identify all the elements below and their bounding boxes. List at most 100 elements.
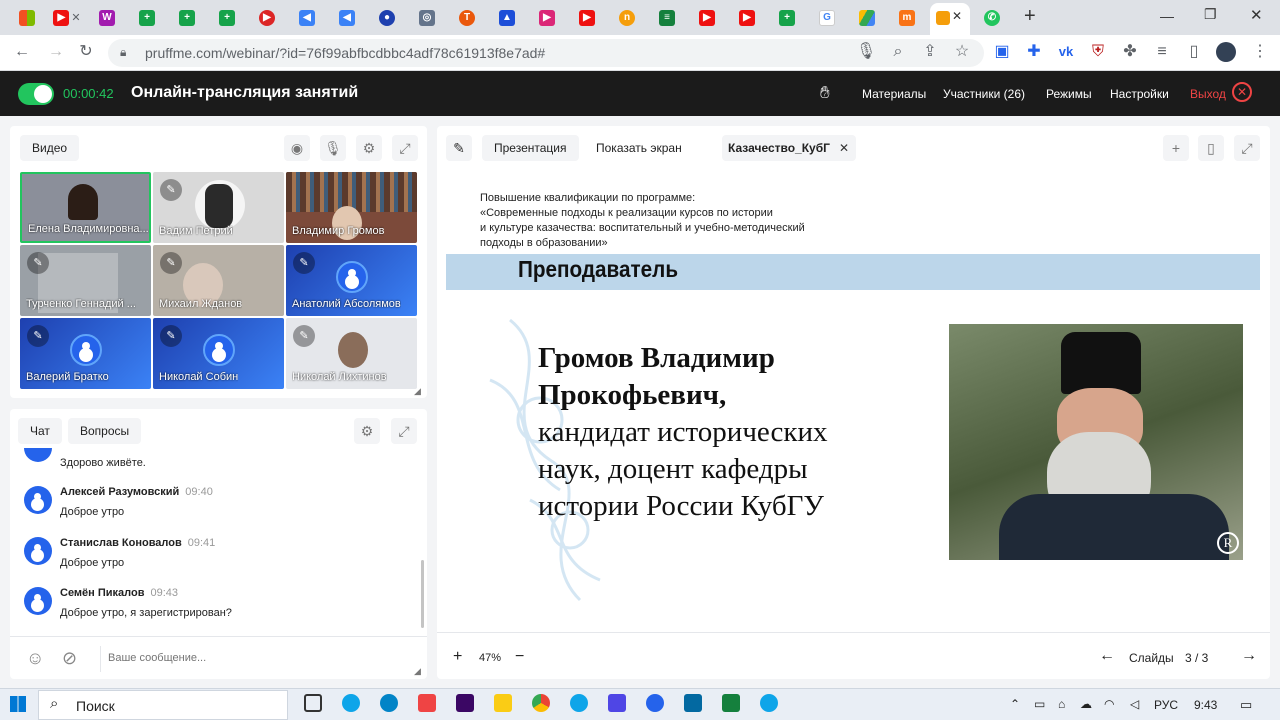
tab-video[interactable]: Видео	[20, 135, 80, 161]
video-tile[interactable]: ✎ Николай Лихтинов	[286, 318, 417, 389]
zoom-icon[interactable]: ⌕	[888, 42, 908, 62]
tab-youtube-icon[interactable]: ▶	[690, 5, 724, 30]
zoom-out-button[interactable]: −	[515, 648, 524, 666]
sidebar-icon[interactable]: ▯	[1184, 42, 1204, 62]
menu-icon[interactable]: ⋮	[1250, 42, 1270, 62]
tab-sheets-icon[interactable]: +	[210, 5, 244, 30]
emoji-icon[interactable]: ☺	[26, 648, 44, 669]
close-window-icon[interactable]: ✕	[1250, 6, 1263, 24]
resize-handle-icon[interactable]: ◢	[414, 386, 421, 397]
expand-icon[interactable]: ⤢	[1234, 135, 1260, 161]
outlook-icon[interactable]	[684, 694, 702, 712]
mic-icon[interactable]: 🎙︎	[856, 42, 876, 62]
tray-icon[interactable]: ☁	[1080, 697, 1092, 711]
back-icon[interactable]: ←	[12, 42, 32, 62]
profile-avatar[interactable]	[1216, 42, 1236, 62]
tab-file[interactable]: Казачество_КубГ	[722, 135, 856, 161]
tab-share-screen[interactable]: Показать экран	[596, 135, 682, 161]
edge-icon[interactable]	[342, 694, 360, 712]
add-icon[interactable]: +	[1163, 135, 1189, 161]
battery-icon[interactable]: ▭	[1034, 697, 1045, 711]
expand-icon[interactable]: ⤢	[391, 418, 417, 444]
reload-icon[interactable]: ↻	[76, 42, 96, 62]
zoom-in-button[interactable]: +	[453, 648, 462, 666]
video-tile[interactable]: ✎ Турченко Геннадий ...	[20, 245, 151, 316]
tab-megaphone-icon[interactable]: ◀	[290, 5, 324, 30]
attach-icon[interactable]: ⊘	[62, 648, 77, 669]
extension-icon[interactable]: ▣	[992, 42, 1012, 62]
notifications-icon[interactable]: ▭	[1240, 697, 1252, 713]
clock[interactable]: 9:43	[1194, 698, 1217, 712]
tab-wb-icon[interactable]: W	[90, 5, 124, 30]
tab-sheets-icon[interactable]: +	[170, 5, 204, 30]
tab-presentation[interactable]: Презентация	[482, 135, 579, 161]
tab-video-icon[interactable]: ▶	[530, 5, 564, 30]
camera-icon[interactable]: ◉	[284, 135, 310, 161]
tray-icon[interactable]: ⌂	[1058, 697, 1065, 711]
tab-youtube-icon[interactable]: ▶	[570, 5, 604, 30]
language-indicator[interactable]: РУС	[1154, 698, 1178, 712]
gear-icon[interactable]: ⚙	[356, 135, 382, 161]
bookmark-icon[interactable]: ▯	[1198, 135, 1224, 161]
telegram-icon[interactable]	[760, 694, 778, 712]
restore-icon[interactable]: ❐	[1204, 6, 1217, 23]
tab-questions[interactable]: Вопросы	[68, 418, 142, 444]
tab-site-icon[interactable]: T	[450, 5, 484, 30]
new-tab-button[interactable]: +	[1024, 5, 1036, 28]
premiere-icon[interactable]	[456, 694, 474, 712]
nav-participants[interactable]: Участники (26)	[943, 87, 1025, 101]
exit-icon[interactable]: ✕	[1232, 82, 1252, 102]
start-icon[interactable]	[10, 696, 26, 712]
mic-icon[interactable]: 🎙︎	[320, 135, 346, 161]
media-icon[interactable]: ≡	[1152, 42, 1172, 62]
next-slide-icon[interactable]: →	[1241, 647, 1257, 665]
skype-icon[interactable]	[570, 694, 588, 712]
video-tile[interactable]: ✎ Николай Собин	[153, 318, 284, 389]
volume-icon[interactable]: ◁	[1130, 697, 1139, 711]
pen-icon[interactable]: ✎	[446, 135, 472, 161]
chrome-icon[interactable]	[532, 694, 550, 712]
tab-site-icon[interactable]: ≡	[650, 5, 684, 30]
bookmark-star-icon[interactable]: ☆	[952, 42, 972, 62]
app-icon[interactable]	[380, 694, 398, 712]
close-tab-icon[interactable]: ✕	[952, 9, 962, 23]
tab-drive-icon[interactable]	[850, 5, 884, 30]
prev-slide-icon[interactable]: ←	[1099, 647, 1115, 665]
tray-chevron-icon[interactable]: ⌃	[1010, 697, 1020, 711]
tab-site-icon[interactable]: ◎	[410, 5, 444, 30]
video-tile[interactable]: ✎ Вадим Петрий	[153, 172, 284, 243]
video-tile[interactable]: ✎ Анатолий Абсолямов	[286, 245, 417, 316]
tab-site-icon[interactable]: ▲	[490, 5, 524, 30]
close-file-icon[interactable]: ✕	[839, 141, 849, 155]
minimize-icon[interactable]: —	[1160, 8, 1174, 24]
forward-icon[interactable]: →	[46, 42, 66, 62]
zoom-app-icon[interactable]	[646, 694, 664, 712]
tab-youtube-icon[interactable]: ▶	[730, 5, 764, 30]
tab-pruffme-icon[interactable]: m	[890, 5, 924, 30]
app-icon[interactable]	[418, 694, 436, 712]
tab-site-icon[interactable]: ●	[370, 5, 404, 30]
tab-whatsapp-icon[interactable]: ✆	[975, 5, 1009, 30]
tab-site-icon[interactable]: n	[610, 5, 644, 30]
vk-icon[interactable]: vk	[1056, 42, 1076, 62]
tab-video-icon[interactable]: ▶	[250, 5, 284, 30]
teams-icon[interactable]	[608, 694, 626, 712]
share-icon[interactable]: ⇪	[920, 42, 940, 62]
task-view-icon[interactable]	[304, 694, 322, 712]
gear-icon[interactable]: ⚙	[354, 418, 380, 444]
tab-youtube-icon[interactable]: ▶ ✕	[50, 5, 84, 30]
resize-handle-icon[interactable]: ◢	[414, 666, 421, 677]
exit-link[interactable]: Выход	[1190, 87, 1226, 101]
nav-materials[interactable]: Материалы	[862, 87, 926, 101]
tab-chat[interactable]: Чат	[18, 418, 62, 444]
excel-icon[interactable]	[722, 694, 740, 712]
video-tile[interactable]: Елена Владимировна...	[20, 172, 151, 243]
explorer-icon[interactable]	[494, 694, 512, 712]
tab-sheets-icon[interactable]: +	[130, 5, 164, 30]
puzzle-icon[interactable]: ✚	[1024, 42, 1044, 62]
video-tile[interactable]: Владимир Громов	[286, 172, 417, 243]
video-tile[interactable]: ✎ Михаил Жданов	[153, 245, 284, 316]
chat-scrollbar[interactable]	[421, 560, 424, 628]
nav-modes[interactable]: Режимы	[1046, 87, 1092, 101]
tab-sheets-icon[interactable]: +	[770, 5, 804, 30]
